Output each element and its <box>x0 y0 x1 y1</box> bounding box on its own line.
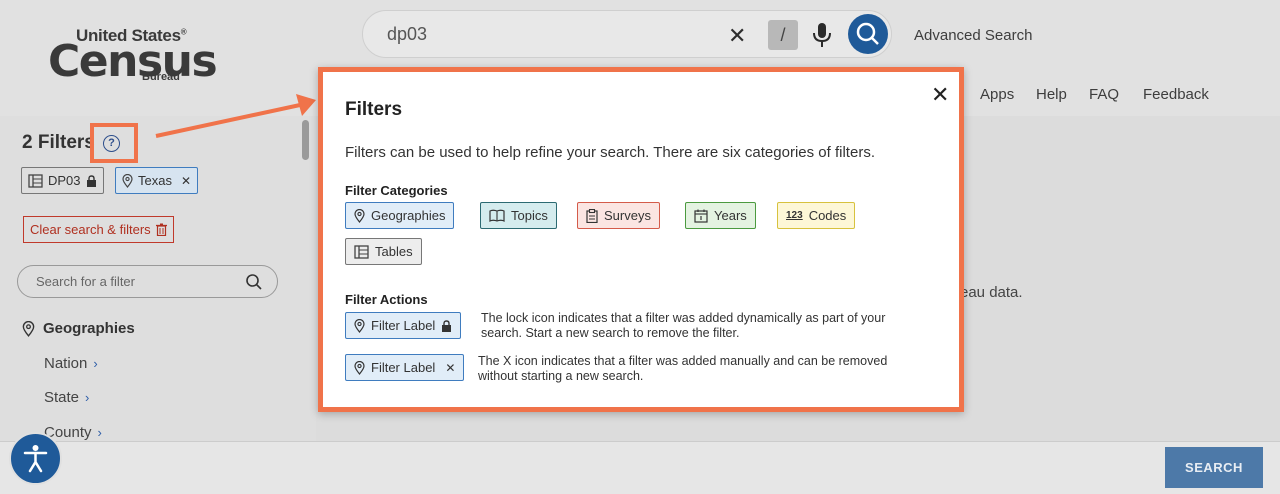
clear-search-filters-button[interactable]: Clear search & filters <box>23 216 174 243</box>
pin-icon <box>122 173 133 188</box>
microphone-icon[interactable] <box>811 22 833 48</box>
logo-line2: Census <box>48 36 218 87</box>
filters-count-title: 2 Filters <box>22 132 95 153</box>
category-codes: 123 Codes <box>777 202 856 229</box>
census-logo[interactable]: United States® Census Bureau <box>48 26 218 87</box>
clear-button-label: Clear search & filters <box>30 222 151 237</box>
search-button[interactable]: SEARCH <box>1165 447 1263 488</box>
filters-help-modal: ✕ Filters Filters can be used to help re… <box>318 67 964 412</box>
modal-title: Filters <box>345 99 403 120</box>
clear-search-icon[interactable]: ✕ <box>728 23 746 49</box>
clipboard-icon <box>586 208 598 223</box>
close-icon: ✕ <box>445 360 456 375</box>
filter-label-x-example: Filter Label ✕ <box>345 354 465 381</box>
filter-categories-heading: Filter Categories <box>345 183 448 198</box>
geo-item-nation[interactable]: Nation › <box>44 355 98 372</box>
nav-feedback[interactable]: Feedback <box>1143 86 1209 103</box>
lock-icon-description: The lock icon indicates that a filter wa… <box>481 311 886 340</box>
category-geographies: Geographies <box>345 202 455 229</box>
category-surveys: Surveys <box>577 202 660 229</box>
chevron-right-icon: › <box>97 425 102 440</box>
advanced-search-link[interactable]: Advanced Search <box>914 27 1032 44</box>
filter-chip-label: DP03 <box>48 173 81 188</box>
x-icon-description: The X icon indicates that a filter was a… <box>478 354 888 383</box>
search-bar[interactable]: dp03 ✕ / <box>362 10 892 58</box>
filter-chip-dp03[interactable]: DP03 <box>21 167 104 194</box>
geographies-section-heading[interactable]: Geographies <box>22 320 135 337</box>
search-icon <box>856 22 879 45</box>
lock-icon <box>86 174 96 187</box>
remove-filter-icon[interactable]: ✕ <box>181 174 191 188</box>
book-icon <box>489 209 505 222</box>
filter-chip-label: Texas <box>138 173 172 188</box>
pin-icon <box>354 318 365 333</box>
logo-registered-mark: ® <box>180 27 187 37</box>
filter-chip-texas[interactable]: Texas ✕ <box>115 167 199 194</box>
accessibility-button[interactable] <box>9 432 62 485</box>
main-partial-text: eau data. <box>960 284 1023 301</box>
pin-icon <box>22 320 35 337</box>
chevron-right-icon: › <box>85 390 90 405</box>
filter-search-input[interactable]: Search for a filter <box>17 265 278 298</box>
category-years: Years <box>685 202 756 229</box>
bottom-bar <box>0 441 1280 494</box>
nav-apps[interactable]: Apps <box>980 86 1014 103</box>
geo-item-state[interactable]: State › <box>44 389 89 406</box>
annotation-arrow <box>155 94 316 138</box>
geographies-label: Geographies <box>43 320 135 337</box>
calendar-icon <box>694 209 708 223</box>
chevron-right-icon: › <box>93 356 98 371</box>
codes-icon: 123 <box>786 210 803 221</box>
help-icon[interactable]: ? <box>103 135 120 152</box>
filter-label-lock-example: Filter Label <box>345 312 462 339</box>
pin-icon <box>354 360 365 375</box>
close-icon[interactable]: ✕ <box>931 84 949 106</box>
table-icon <box>354 244 369 259</box>
search-icon[interactable] <box>245 273 263 291</box>
modal-description: Filters can be used to help refine your … <box>345 144 875 161</box>
nav-help[interactable]: Help <box>1036 86 1067 103</box>
logo-line3: Bureau <box>142 71 180 83</box>
lock-icon <box>442 319 452 332</box>
accessibility-icon <box>23 445 48 473</box>
nav-faq[interactable]: FAQ <box>1089 86 1119 103</box>
search-input[interactable]: dp03 <box>387 24 427 45</box>
category-topics: Topics <box>480 202 557 229</box>
slash-shortcut-key: / <box>768 20 798 50</box>
pin-icon <box>354 208 365 223</box>
filter-actions-heading: Filter Actions <box>345 292 428 307</box>
filter-search-placeholder: Search for a filter <box>36 274 135 289</box>
table-icon <box>28 173 43 188</box>
search-submit-button[interactable] <box>848 14 888 54</box>
trash-icon <box>155 223 167 236</box>
category-tables: Tables <box>345 238 422 265</box>
